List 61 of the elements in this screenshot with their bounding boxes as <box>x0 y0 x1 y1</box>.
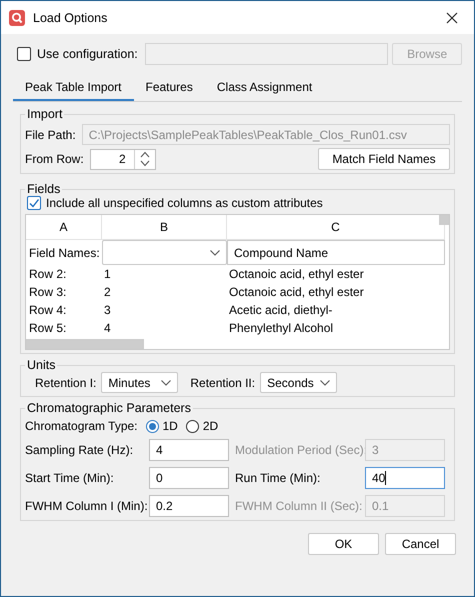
group-title: Fields <box>26 182 62 196</box>
input-field[interactable]: 4 <box>149 439 229 461</box>
field-label: Retention I: <box>35 376 96 390</box>
magnifier-icon <box>9 10 25 26</box>
field-label: Start Time (Min): <box>25 471 115 485</box>
checkbox-label: Use configuration: <box>37 47 138 61</box>
input-field[interactable]: 0.2 <box>149 495 229 517</box>
table-cell-text: Octanoic acid, ethyl ester <box>228 284 365 301</box>
field-label: FWHM Column I (Min): <box>25 499 149 513</box>
chevron-down-icon <box>320 380 330 386</box>
field-label: Chromatogram Type: <box>25 419 138 433</box>
checkbox[interactable] <box>17 47 31 61</box>
field-label: Modulation Period (Sec): <box>234 443 365 457</box>
radio-button[interactable] <box>146 420 158 432</box>
text-field[interactable]: Compound Name <box>227 240 445 265</box>
field-label: Sampling Rate (Hz): <box>25 443 134 457</box>
field-label: File Path: <box>25 128 76 142</box>
dropdown[interactable]: Minutes <box>101 372 178 393</box>
group-title: Units <box>26 358 56 372</box>
scrollbar-thumb[interactable] <box>26 339 144 349</box>
window-title: Load Options <box>33 10 108 24</box>
table-cell-text: Octanoic acid, ethyl ester <box>228 266 365 283</box>
radio-label: 1D <box>162 419 178 433</box>
field-label: From Row: <box>25 152 84 166</box>
dialog-button[interactable]: Cancel <box>385 533 456 555</box>
dropdown[interactable]: Seconds <box>260 372 338 393</box>
tab[interactable]: Features <box>134 74 205 101</box>
table-cell-text: Phenylethyl Alcohol <box>228 320 334 337</box>
field-label: Run Time (Min): <box>234 471 322 485</box>
tab[interactable]: Class Assignment <box>204 74 324 101</box>
column-header[interactable]: A <box>26 215 102 240</box>
match-field-names-button[interactable]: Match Field Names <box>318 148 450 170</box>
field-label: FWHM Column II (Sec): <box>234 499 364 513</box>
table-cell-text: Row 2: <box>28 266 68 283</box>
input-field[interactable]: 40 <box>365 467 445 489</box>
chevron-down-icon <box>161 380 172 386</box>
checkbox[interactable] <box>27 196 41 210</box>
table-cell-text: 1 <box>103 266 112 283</box>
table-cell-text: Row 4: <box>28 302 68 319</box>
close-button[interactable] <box>444 10 460 26</box>
configuration-field[interactable] <box>144 43 388 65</box>
input-field[interactable]: 0 <box>149 467 229 489</box>
radio-button[interactable] <box>186 420 199 432</box>
chevron-down-icon <box>210 250 220 256</box>
scrollbar-thumb[interactable] <box>439 215 449 225</box>
group-title: Chromatographic Parameters <box>26 401 192 415</box>
table-cell-text: Acetic acid, diethyl- <box>228 302 334 319</box>
tab[interactable]: Peak Table Import <box>13 74 134 101</box>
table-cell-text: 3 <box>103 302 112 319</box>
radio-label: 2D <box>202 419 218 433</box>
spin-box[interactable]: 2 <box>90 148 156 170</box>
table-cell-text: Field Names: <box>28 244 101 262</box>
table-cell-text: Row 3: <box>28 284 68 301</box>
table-cell-text: Row 5: <box>28 320 68 337</box>
table-cell-text: 4 <box>103 320 112 337</box>
dialog-button[interactable]: OK <box>308 533 379 555</box>
field-label: Retention II: <box>190 376 256 390</box>
table-cell-text: 2 <box>103 284 112 301</box>
up-down-icon <box>140 151 150 167</box>
group-title: Import <box>26 107 64 121</box>
checkbox-label: Include all unspecified columns as custom attributes <box>46 196 323 210</box>
